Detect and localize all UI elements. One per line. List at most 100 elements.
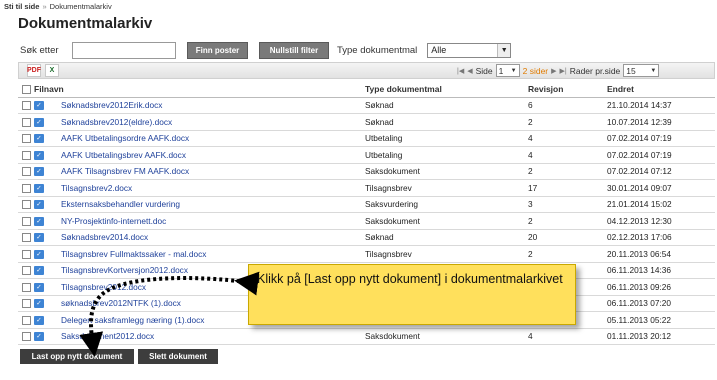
chevron-down-icon[interactable]: ▼ [497, 43, 511, 57]
file-name-link[interactable]: TilsagnsbrevKortversjon2012.docx [61, 265, 188, 275]
document-icon: ✓ [34, 200, 44, 210]
page-title: Dokumentmalarkiv [18, 15, 153, 32]
file-name-link[interactable]: Søknadsbrev2012Erik.docx [61, 100, 162, 110]
file-name-link[interactable]: AAFK Utbetalingsbrev AAFK.docx [61, 150, 186, 160]
document-icon: ✓ [34, 150, 44, 160]
instruction-callout: Klikk på [Last opp nytt dokument] i doku… [248, 264, 576, 325]
row-checkbox[interactable] [22, 266, 31, 276]
document-icon: ✓ [34, 134, 44, 144]
upload-document-button[interactable]: Last opp nytt dokument [20, 349, 134, 364]
changed-date: 06.11.2013 07:20 [607, 295, 715, 312]
document-icon: ✓ [34, 117, 44, 127]
file-name-link[interactable]: Søknadsbrev2012(eldre).docx [61, 117, 172, 127]
file-name-link[interactable]: AAFK Tilsagnsbrev FM AAFK.docx [61, 166, 189, 176]
table-row[interactable]: ✓ Søknadsbrev2014.docx Søknad 20 02.12.2013 … [18, 229, 715, 246]
file-name-link[interactable]: Eksternsaksbehandler vurdering [61, 199, 180, 209]
document-icon: ✓ [34, 266, 44, 276]
file-name-link[interactable]: Saksdokument2012.docx [61, 331, 154, 341]
template-type: Søknad [365, 97, 528, 114]
row-checkbox[interactable] [22, 233, 31, 243]
row-checkbox[interactable] [22, 249, 31, 259]
file-name-link[interactable]: Tilsagnsbrev Fullmaktssaker - mal.docx [61, 249, 206, 259]
row-checkbox[interactable] [22, 101, 31, 111]
table-row[interactable]: ✓ NY-Prosjektinfo-internett.doc Saksdokume… [18, 212, 715, 230]
type-filter-label: Type dokumentmal [337, 44, 418, 56]
row-checkbox[interactable] [22, 282, 31, 292]
delete-document-button[interactable]: Slett dokument [138, 349, 218, 364]
row-checkbox[interactable] [22, 167, 31, 177]
template-type: Tilsagnsbrev [365, 179, 528, 197]
prev-page-icon[interactable]: ◀ [467, 67, 472, 75]
last-page-icon[interactable]: ▶| [560, 67, 567, 75]
row-checkbox[interactable] [22, 183, 31, 193]
type-filter-select[interactable]: Alle ▼ [427, 42, 512, 58]
table-row[interactable]: ✓ Eksternsaksbehandler vurdering Saksvurde… [18, 196, 715, 213]
column-header-changed[interactable]: Endret [607, 81, 715, 98]
breadcrumb-skip-link[interactable]: Sti til side [4, 2, 39, 11]
file-name-link[interactable]: Tilsagnsbrev2.docx [61, 183, 132, 193]
file-name-link[interactable]: Tilsagnsbrev2012.docx [61, 282, 146, 292]
first-page-icon[interactable]: |◀ [457, 67, 464, 75]
document-icon: ✓ [34, 233, 44, 243]
chevron-down-icon: ▼ [510, 67, 517, 74]
changed-date: 06.11.2013 14:36 [607, 262, 715, 279]
row-checkbox[interactable] [22, 150, 31, 160]
column-header-filename[interactable]: Filnavn [34, 81, 365, 98]
changed-date: 04.12.2013 12:30 [607, 212, 715, 230]
grid-toolbar: PDF X |◀ ◀ Side 1 ▼ 2 sider ▶ ▶| Rader pr… [18, 62, 715, 79]
search-input[interactable] [72, 41, 176, 59]
table-row[interactable]: ✓ AAFK Utbetalingsordre AAFK.docx Utbetali… [18, 130, 715, 147]
table-row[interactable]: ✓ Tilsagnsbrev2.docx Tilsagnsbrev 17 30.01.2… [18, 179, 715, 197]
template-type: Saksdokument [365, 163, 528, 180]
changed-date: 06.11.2013 09:26 [607, 278, 715, 296]
template-type: Saksdokument [365, 328, 528, 345]
page-select[interactable]: 1 ▼ [495, 64, 520, 77]
table-row[interactable]: ✓ AAFK Tilsagnsbrev FM AAFK.docx Saksdokum… [18, 163, 715, 180]
document-icon: ✓ [34, 282, 44, 292]
find-records-button[interactable]: Finn poster [187, 41, 248, 59]
row-checkbox[interactable] [22, 134, 31, 144]
row-checkbox[interactable] [22, 315, 31, 325]
table-row[interactable]: ✓ AAFK Utbetalingsbrev AAFK.docx Utbetalin… [18, 146, 715, 164]
pdf-export-icon[interactable]: PDF [27, 64, 41, 77]
document-icon: ✓ [34, 183, 44, 193]
type-filter-value: Alle [431, 45, 447, 55]
search-row: Søk etter Finn poster Nullstill filter T… [20, 41, 512, 59]
changed-date: 21.01.2014 15:02 [607, 196, 715, 213]
revision: 20 [528, 229, 607, 246]
template-type: Utbetaling [365, 130, 528, 147]
revision: 2 [528, 113, 607, 131]
file-name-link[interactable]: søknadsbrev2012NTFK (1).docx [61, 298, 181, 308]
table-row[interactable]: ✓ Søknadsbrev2012(eldre).docx Søknad 2 10.07… [18, 113, 715, 131]
file-name-link[interactable]: Delegert saksframlegg næring (1).docx [61, 315, 204, 325]
changed-date: 05.11.2013 05:22 [607, 311, 715, 329]
pager: |◀ ◀ Side 1 ▼ 2 sider ▶ ▶| Rader pr.side … [457, 64, 660, 77]
select-all-checkbox[interactable] [22, 84, 31, 94]
column-header-revision[interactable]: Revisjon [528, 81, 607, 98]
next-page-icon[interactable]: ▶ [551, 67, 556, 75]
row-checkbox[interactable] [22, 299, 31, 309]
file-name-link[interactable]: Søknadsbrev2014.docx [61, 232, 148, 242]
table-row[interactable]: ✓ Søknadsbrev2012Erik.docx Søknad 6 21.10.20… [18, 97, 715, 114]
column-header-type[interactable]: Type dokumentmal [365, 81, 528, 98]
row-checkbox[interactable] [22, 332, 31, 342]
document-icon: ✓ [34, 299, 44, 309]
row-checkbox[interactable] [22, 216, 31, 226]
file-name-link[interactable]: NY-Prosjektinfo-internett.doc [61, 216, 166, 226]
rows-per-page-select[interactable]: 15 ▼ [623, 64, 660, 77]
table-row[interactable]: ✓ Saksdokument2012.docx Saksdokument 4 01.11… [18, 328, 715, 345]
changed-date: 07.02.2014 07:19 [607, 130, 715, 147]
changed-date: 20.11.2013 06:54 [607, 245, 715, 263]
file-name-link[interactable]: AAFK Utbetalingsordre AAFK.docx [61, 133, 189, 143]
changed-date: 01.11.2013 20:12 [607, 328, 715, 345]
document-icon: ✓ [34, 101, 44, 111]
row-checkbox[interactable] [22, 200, 31, 210]
table-header-row: Filnavn Type dokumentmal Revisjon Endret [18, 81, 715, 98]
breadcrumb-separator: » [42, 2, 47, 11]
changed-date: 07.02.2014 07:12 [607, 163, 715, 180]
revision: 4 [528, 130, 607, 147]
excel-export-icon[interactable]: X [45, 64, 59, 77]
row-checkbox[interactable] [22, 117, 31, 127]
table-row[interactable]: ✓ Tilsagnsbrev Fullmaktssaker - mal.docx T… [18, 245, 715, 263]
reset-filter-button[interactable]: Nullstill filter [259, 41, 329, 59]
